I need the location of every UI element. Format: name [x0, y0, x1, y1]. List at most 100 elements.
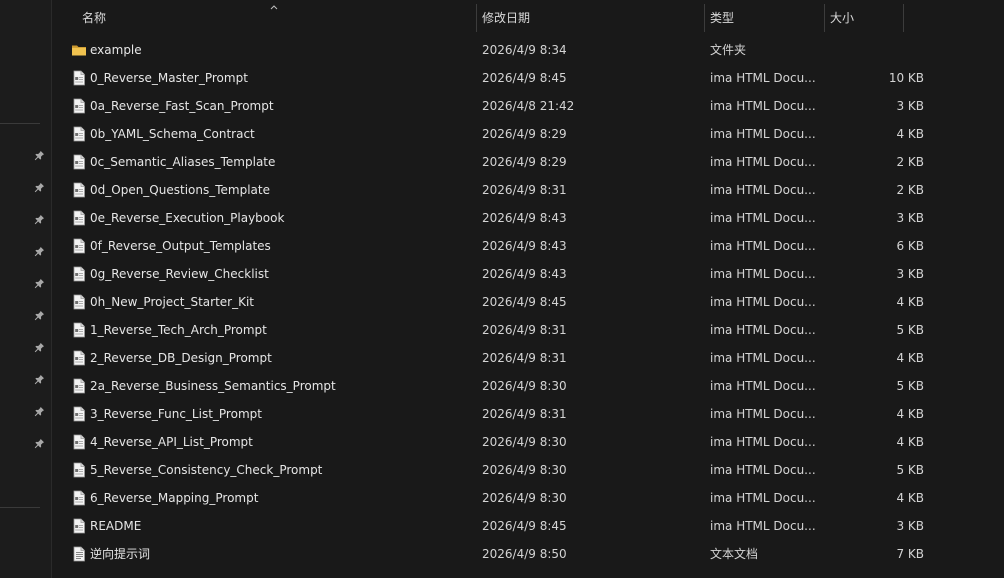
file-size: 5 KB — [896, 379, 924, 393]
file-modified-date: 2026/4/9 8:31 — [482, 183, 567, 197]
file-size: 3 KB — [896, 267, 924, 281]
file-name: 0e_Reverse_Execution_Playbook — [90, 211, 285, 225]
file-row[interactable]: 6_Reverse_Mapping_Prompt 2026/4/9 8:30 ima… — [52, 484, 1004, 512]
column-header-type[interactable]: 类型 — [704, 4, 824, 32]
file-size: 4 KB — [896, 295, 924, 309]
file-type: ima HTML Docu... — [710, 267, 816, 281]
file-size: 3 KB — [896, 211, 924, 225]
document-icon — [71, 294, 87, 310]
file-modified-date: 2026/4/9 8:30 — [482, 491, 567, 505]
document-icon — [71, 154, 87, 170]
file-name: 0h_New_Project_Starter_Kit — [90, 295, 255, 309]
file-type: ima HTML Docu... — [710, 379, 816, 393]
file-row[interactable]: 0e_Reverse_Execution_Playbook 2026/4/9 8:… — [52, 204, 1004, 232]
file-row[interactable]: 0c_Semantic_Aliases_Template 2026/4/9 8:2… — [52, 148, 1004, 176]
file-size: 3 KB — [896, 519, 924, 533]
file-size: 10 KB — [888, 71, 924, 85]
document-icon — [71, 98, 87, 114]
file-row[interactable]: 1_Reverse_Tech_Arch_Prompt 2026/4/9 8:31 i… — [52, 316, 1004, 344]
file-type: ima HTML Docu... — [710, 323, 816, 337]
file-size — [824, 36, 924, 64]
file-row[interactable]: 4_Reverse_API_List_Prompt 2026/4/9 8:30 im… — [52, 428, 1004, 456]
file-row[interactable]: README 2026/4/9 8:45 ima HTML Docu... 3 KB — [52, 512, 1004, 540]
file-modified-date: 2026/4/9 8:31 — [482, 351, 567, 365]
pin-icon[interactable] — [33, 245, 45, 257]
file-row[interactable]: 2_Reverse_DB_Design_Prompt 2026/4/9 8:31 i… — [52, 344, 1004, 372]
file-type: 文本文档 — [710, 547, 759, 561]
file-name: example — [90, 43, 142, 57]
file-row[interactable]: 0g_Reverse_Review_Checklist 2026/4/9 8:43… — [52, 260, 1004, 288]
file-name: 0a_Reverse_Fast_Scan_Prompt — [90, 99, 274, 113]
file-name: 1_Reverse_Tech_Arch_Prompt — [90, 323, 267, 337]
file-size: 3 KB — [896, 99, 924, 113]
text-file-icon — [71, 546, 87, 562]
document-icon — [71, 490, 87, 506]
document-icon — [71, 406, 87, 422]
document-icon — [71, 70, 87, 86]
file-row[interactable]: 0d_Open_Questions_Template 2026/4/9 8:31 i… — [52, 176, 1004, 204]
file-size: 4 KB — [896, 351, 924, 365]
pin-icon[interactable] — [33, 437, 45, 449]
file-row[interactable]: 0b_YAML_Schema_Contract 2026/4/9 8:29 ima … — [52, 120, 1004, 148]
file-type: ima HTML Docu... — [710, 407, 816, 421]
column-header-modified[interactable]: 修改日期 — [476, 4, 704, 32]
file-size: 6 KB — [896, 239, 924, 253]
pin-icon[interactable] — [33, 405, 45, 417]
file-size: 4 KB — [896, 491, 924, 505]
file-size: 4 KB — [896, 127, 924, 141]
document-icon — [71, 322, 87, 338]
pin-icon[interactable] — [33, 181, 45, 193]
document-icon — [71, 518, 87, 534]
file-modified-date: 2026/4/9 8:50 — [482, 547, 567, 561]
document-icon — [71, 126, 87, 142]
file-name: 5_Reverse_Consistency_Check_Prompt — [90, 463, 323, 477]
file-size: 4 KB — [896, 435, 924, 449]
file-size: 5 KB — [896, 323, 924, 337]
pin-icon[interactable] — [33, 149, 45, 161]
file-name: 0c_Semantic_Aliases_Template — [90, 155, 276, 169]
file-name: 0d_Open_Questions_Template — [90, 183, 270, 197]
file-modified-date: 2026/4/9 8:45 — [482, 295, 567, 309]
pin-icon[interactable] — [33, 213, 45, 225]
file-row[interactable]: example 2026/4/9 8:34 文件夹 — [52, 36, 1004, 64]
file-row[interactable]: 5_Reverse_Consistency_Check_Prompt 2026/4… — [52, 456, 1004, 484]
document-icon — [71, 238, 87, 254]
file-row[interactable]: 0h_New_Project_Starter_Kit 2026/4/9 8:45 i… — [52, 288, 1004, 316]
file-name: 4_Reverse_API_List_Prompt — [90, 435, 253, 449]
file-size: 2 KB — [896, 183, 924, 197]
folder-icon — [71, 42, 87, 58]
document-icon — [71, 210, 87, 226]
file-row[interactable]: 3_Reverse_Func_List_Prompt 2026/4/9 8:31 i… — [52, 400, 1004, 428]
file-row[interactable]: 0f_Reverse_Output_Templates 2026/4/9 8:43… — [52, 232, 1004, 260]
column-header-row: 名称 修改日期 类型 大小 — [52, 4, 1004, 32]
file-modified-date: 2026/4/8 21:42 — [482, 99, 575, 113]
pin-icon[interactable] — [33, 373, 45, 385]
file-modified-date: 2026/4/9 8:31 — [482, 407, 567, 421]
column-header-name[interactable]: 名称 — [76, 4, 476, 32]
file-size: 2 KB — [896, 155, 924, 169]
file-size: 5 KB — [896, 463, 924, 477]
file-modified-date: 2026/4/9 8:31 — [482, 323, 567, 337]
file-name: README — [90, 519, 142, 533]
file-row[interactable]: 2a_Reverse_Business_Semantics_Prompt 2026… — [52, 372, 1004, 400]
pin-icon[interactable] — [33, 341, 45, 353]
file-name: 2a_Reverse_Business_Semantics_Prompt — [90, 379, 336, 393]
column-resize-handle[interactable] — [903, 4, 904, 32]
file-size: 7 KB — [896, 547, 924, 561]
file-type: ima HTML Docu... — [710, 463, 816, 477]
file-type: ima HTML Docu... — [710, 519, 816, 533]
file-name: 0_Reverse_Master_Prompt — [90, 71, 248, 85]
file-modified-date: 2026/4/9 8:34 — [482, 43, 567, 57]
file-row[interactable]: 逆向提示词 2026/4/9 8:50 文本文档 7 KB — [52, 540, 1004, 568]
file-type: ima HTML Docu... — [710, 211, 816, 225]
pin-icon[interactable] — [33, 309, 45, 321]
file-modified-date: 2026/4/9 8:30 — [482, 379, 567, 393]
pin-icon[interactable] — [33, 277, 45, 289]
column-header-size[interactable]: 大小 — [824, 4, 902, 32]
file-type: 文件夹 — [710, 43, 747, 57]
file-row[interactable]: 0_Reverse_Master_Prompt 2026/4/9 8:45 ima … — [52, 64, 1004, 92]
file-name: 0g_Reverse_Review_Checklist — [90, 267, 269, 281]
file-type: ima HTML Docu... — [710, 351, 816, 365]
file-row[interactable]: 0a_Reverse_Fast_Scan_Prompt 2026/4/8 21:4… — [52, 92, 1004, 120]
nav-divider — [0, 507, 40, 508]
